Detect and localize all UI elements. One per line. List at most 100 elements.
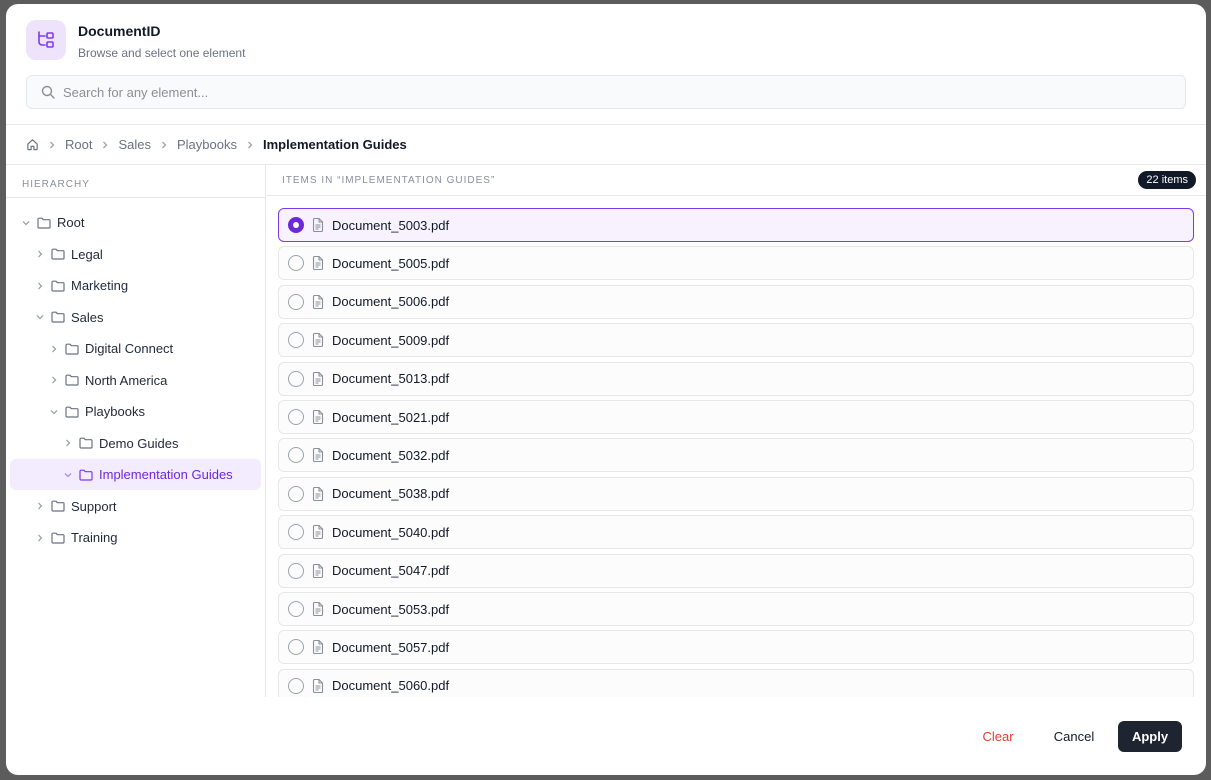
breadcrumb-current: Implementation Guides	[262, 137, 407, 152]
list-item[interactable]: Document_5032.pdf	[278, 438, 1194, 473]
tree-item[interactable]: Sales	[6, 302, 104, 333]
radio-button[interactable]	[288, 639, 304, 656]
tree-item-label: Marketing	[71, 278, 129, 293]
tree-item-label: Playbooks	[85, 404, 145, 419]
radio-button[interactable]	[288, 293, 304, 310]
item-label: Document_5047.pdf	[332, 563, 450, 579]
chevron-right-icon[interactable]	[33, 250, 47, 258]
list-item[interactable]: Document_5013.pdf	[278, 361, 1194, 396]
radio-button[interactable]	[288, 255, 304, 272]
tree-item[interactable]: Digital Connect	[6, 333, 173, 364]
radio-button[interactable]	[288, 332, 304, 349]
chevron-down-icon[interactable]	[33, 313, 47, 321]
chevron-right-icon[interactable]	[33, 282, 47, 290]
hierarchy-sidebar: HIERARCHY Root Legal Marketing Sales Digital…	[6, 165, 266, 697]
chevron-right-icon[interactable]	[33, 534, 47, 542]
search-box[interactable]	[26, 75, 1186, 109]
tree-item[interactable]: Marketing	[6, 270, 128, 301]
item-label: Document_5021.pdf	[332, 409, 450, 425]
list-item[interactable]: Document_5040.pdf	[278, 515, 1194, 550]
document-icon	[312, 486, 324, 501]
document-icon	[312, 218, 324, 232]
search-input[interactable]	[63, 84, 1163, 100]
radio-button[interactable]	[288, 447, 304, 464]
item-label: Document_5038.pdf	[332, 486, 450, 502]
list-item[interactable]: Document_5003.pdf	[278, 208, 1194, 242]
list-item[interactable]: Document_5006.pdf	[278, 284, 1194, 319]
list-item[interactable]: Document_5057.pdf	[278, 630, 1194, 665]
tree-item-label: Sales	[71, 309, 104, 325]
breadcrumb: Root Sales Playbooks Implementation Guid…	[6, 125, 1206, 165]
radio-button[interactable]	[288, 370, 304, 387]
breadcrumb-playbooks[interactable]: Playbooks	[177, 137, 237, 152]
tree-item[interactable]: Support	[6, 491, 117, 522]
item-label: Document_5053.pdf	[332, 601, 450, 617]
radio-button[interactable]	[288, 677, 304, 694]
search-icon	[41, 85, 55, 99]
tree-item[interactable]: Playbooks	[6, 396, 145, 427]
tree-item-label: Support	[71, 498, 117, 514]
tree-item-label: Legal	[71, 246, 103, 262]
cancel-button[interactable]: Cancel	[1043, 721, 1105, 752]
home-icon[interactable]	[26, 138, 39, 151]
chevron-right-icon[interactable]	[33, 502, 47, 510]
document-icon	[312, 640, 324, 655]
tree-item[interactable]: North America	[6, 365, 167, 396]
chevron-right-icon	[160, 141, 168, 149]
document-icon	[312, 371, 324, 386]
tree-item-label: Demo Guides	[99, 435, 179, 451]
chevron-down-icon[interactable]	[61, 471, 75, 479]
chevron-right-icon[interactable]	[47, 376, 61, 384]
list-item[interactable]: Document_5053.pdf	[278, 592, 1194, 626]
tree-item[interactable]: Legal	[6, 239, 103, 270]
clear-button[interactable]: Clear	[972, 721, 1024, 752]
breadcrumb-root[interactable]: Root	[65, 137, 92, 152]
folder-icon	[79, 437, 93, 449]
chevron-right-icon	[101, 141, 109, 149]
item-label: Document_5032.pdf	[332, 447, 450, 463]
list-item[interactable]: Document_5060.pdf	[278, 668, 1194, 697]
folder-icon	[37, 217, 51, 229]
folder-icon	[65, 343, 79, 355]
list-item[interactable]: Document_5021.pdf	[278, 400, 1194, 434]
radio-button[interactable]	[288, 409, 304, 425]
tree-item-label: Root	[57, 215, 85, 230]
chevron-down-icon[interactable]	[47, 408, 61, 416]
items-list[interactable]: Document_5003.pdf Document_5005.pdf Docume…	[267, 196, 1206, 697]
chevron-down-icon[interactable]	[19, 219, 33, 227]
list-item[interactable]: Document_5009.pdf	[278, 323, 1194, 358]
tree-item-label: Training	[71, 530, 118, 545]
chevron-right-icon	[48, 141, 56, 149]
document-icon	[312, 678, 324, 693]
folder-icon	[51, 532, 65, 544]
radio-button[interactable]	[288, 217, 304, 233]
list-item[interactable]: Document_5038.pdf	[278, 476, 1194, 511]
tree-item[interactable]: Training	[6, 522, 117, 553]
radio-button[interactable]	[288, 524, 304, 541]
breadcrumb-sales[interactable]: Sales	[118, 137, 151, 152]
tree-item-label: Implementation Guides	[99, 467, 233, 482]
folder-icon	[79, 469, 93, 481]
tree-item[interactable]: Demo Guides	[6, 428, 178, 459]
dialog-header: DocumentID Browse and select one element	[6, 4, 1206, 125]
folder-icon	[65, 374, 79, 386]
folder-icon	[51, 311, 65, 323]
chevron-right-icon[interactable]	[61, 439, 75, 447]
document-icon	[312, 602, 324, 616]
tree-item[interactable]: Implementation Guides	[10, 459, 261, 490]
hierarchy-icon	[26, 20, 66, 60]
chevron-right-icon[interactable]	[47, 345, 61, 353]
list-item[interactable]: Document_5047.pdf	[278, 553, 1194, 588]
tree-item[interactable]: Root	[6, 207, 84, 238]
document-icon	[312, 525, 324, 540]
items-title: ITEMS IN “IMPLEMENTATION GUIDES”	[282, 175, 496, 186]
chevron-right-icon	[246, 141, 254, 149]
item-label: Document_5009.pdf	[332, 332, 450, 348]
radio-button[interactable]	[288, 601, 304, 617]
folder-icon	[51, 248, 65, 260]
list-item[interactable]: Document_5005.pdf	[278, 246, 1194, 281]
radio-button[interactable]	[288, 485, 304, 502]
radio-button[interactable]	[288, 562, 304, 579]
tree-item-label: North America	[85, 372, 168, 388]
apply-button[interactable]: Apply	[1118, 721, 1182, 752]
